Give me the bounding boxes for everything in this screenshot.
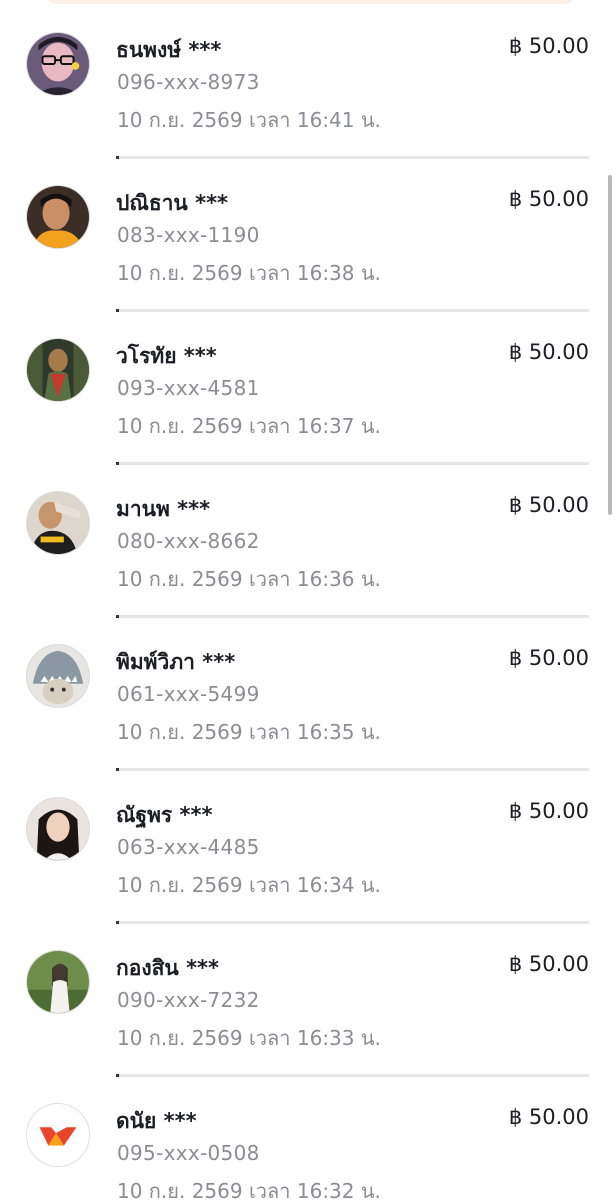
- portrait-avatar-icon: [27, 798, 89, 860]
- phone-number: 080-xxx-8662: [117, 529, 260, 553]
- transaction-time: 10 ก.ย. 2569 เวลา 16:34 น.: [117, 873, 381, 897]
- divider: [116, 309, 589, 312]
- avatar: [26, 644, 90, 708]
- transaction-time: 10 ก.ย. 2569 เวลา 16:33 น.: [117, 1026, 381, 1050]
- transaction-list[interactable]: ธนพงษ์ *** ฿ 50.00 096-xxx-8973 10 ก.ย. …: [0, 32, 615, 1200]
- amount: ฿ 50.00: [508, 1105, 589, 1129]
- phone-number: 095-xxx-0508: [117, 1141, 260, 1165]
- avatar: [26, 338, 90, 402]
- selfie-avatar-icon: [27, 33, 89, 95]
- list-item[interactable]: ณัฐพร *** ฿ 50.00 063-xxx-4485 10 ก.ย. 2…: [0, 797, 615, 950]
- list-item[interactable]: พิมพ์วิภา *** ฿ 50.00 061-xxx-5499 10 ก.…: [0, 644, 615, 797]
- sender-name: ดนัย ***: [116, 1109, 197, 1133]
- divider: [116, 462, 589, 465]
- sender-name: ณัฐพร ***: [116, 803, 213, 827]
- shark-cat-avatar-icon: [27, 645, 89, 707]
- list-item[interactable]: มานพ *** ฿ 50.00 080-xxx-8662 10 ก.ย. 25…: [0, 491, 615, 644]
- avatar: [26, 491, 90, 555]
- amount: ฿ 50.00: [508, 646, 589, 670]
- transaction-time: 10 ก.ย. 2569 เวลา 16:35 น.: [117, 720, 381, 744]
- avatar: [26, 950, 90, 1014]
- sender-name: ธนพงษ์ ***: [116, 38, 222, 62]
- transaction-time: 10 ก.ย. 2569 เวลา 16:37 น.: [117, 414, 381, 438]
- divider: [116, 156, 589, 159]
- transaction-history-screen: ธนพงษ์ *** ฿ 50.00 096-xxx-8973 10 ก.ย. …: [0, 0, 615, 1200]
- list-item[interactable]: ธนพงษ์ *** ฿ 50.00 096-xxx-8973 10 ก.ย. …: [0, 32, 615, 185]
- sender-name: กองสิน ***: [116, 956, 220, 980]
- outdoor-portrait-avatar-icon: [27, 951, 89, 1013]
- transaction-time: 10 ก.ย. 2569 เวลา 16:36 น.: [117, 567, 381, 591]
- list-item[interactable]: กองสิน *** ฿ 50.00 090-xxx-7232 10 ก.ย. …: [0, 950, 615, 1103]
- phone-number: 063-xxx-4485: [117, 835, 260, 859]
- sender-name: วโรทัย ***: [116, 344, 217, 368]
- transaction-time: 10 ก.ย. 2569 เวลา 16:38 น.: [117, 261, 381, 285]
- avatar: [26, 32, 90, 96]
- amount: ฿ 50.00: [508, 493, 589, 517]
- avatar: [26, 797, 90, 861]
- list-item[interactable]: ปณิธาน *** ฿ 50.00 083-xxx-1190 10 ก.ย. …: [0, 185, 615, 338]
- phone-number: 090-xxx-7232: [117, 988, 260, 1012]
- phone-number: 083-xxx-1190: [117, 223, 260, 247]
- selfie-avatar-icon: [27, 186, 89, 248]
- amount: ฿ 50.00: [508, 34, 589, 58]
- sender-name: พิมพ์วิภา ***: [116, 650, 236, 674]
- transaction-time: 10 ก.ย. 2569 เวลา 16:41 น.: [117, 108, 381, 132]
- header-fade: [48, 0, 573, 4]
- list-item[interactable]: ดนัย *** ฿ 50.00 095-xxx-0508 10 ก.ย. 25…: [0, 1103, 615, 1200]
- avatar: [26, 185, 90, 249]
- divider: [116, 615, 589, 618]
- divider: [116, 768, 589, 771]
- divider: [116, 921, 589, 924]
- selfie-avatar-icon: [27, 492, 89, 554]
- sender-name: มานพ ***: [116, 497, 211, 521]
- wallet-logo-icon: [27, 1104, 89, 1166]
- divider: [116, 1074, 589, 1077]
- amount: ฿ 50.00: [508, 799, 589, 823]
- phone-number: 061-xxx-5499: [117, 682, 260, 706]
- amount: ฿ 50.00: [508, 952, 589, 976]
- transaction-time: 10 ก.ย. 2569 เวลา 16:32 น.: [117, 1179, 381, 1200]
- scrollbar[interactable]: [608, 175, 612, 515]
- list-item[interactable]: วโรทัย *** ฿ 50.00 093-xxx-4581 10 ก.ย. …: [0, 338, 615, 491]
- avatar: [26, 1103, 90, 1167]
- amount: ฿ 50.00: [508, 340, 589, 364]
- character-avatar-icon: [27, 339, 89, 401]
- sender-name: ปณิธาน ***: [116, 191, 229, 215]
- amount: ฿ 50.00: [508, 187, 589, 211]
- phone-number: 093-xxx-4581: [117, 376, 260, 400]
- phone-number: 096-xxx-8973: [117, 70, 260, 94]
